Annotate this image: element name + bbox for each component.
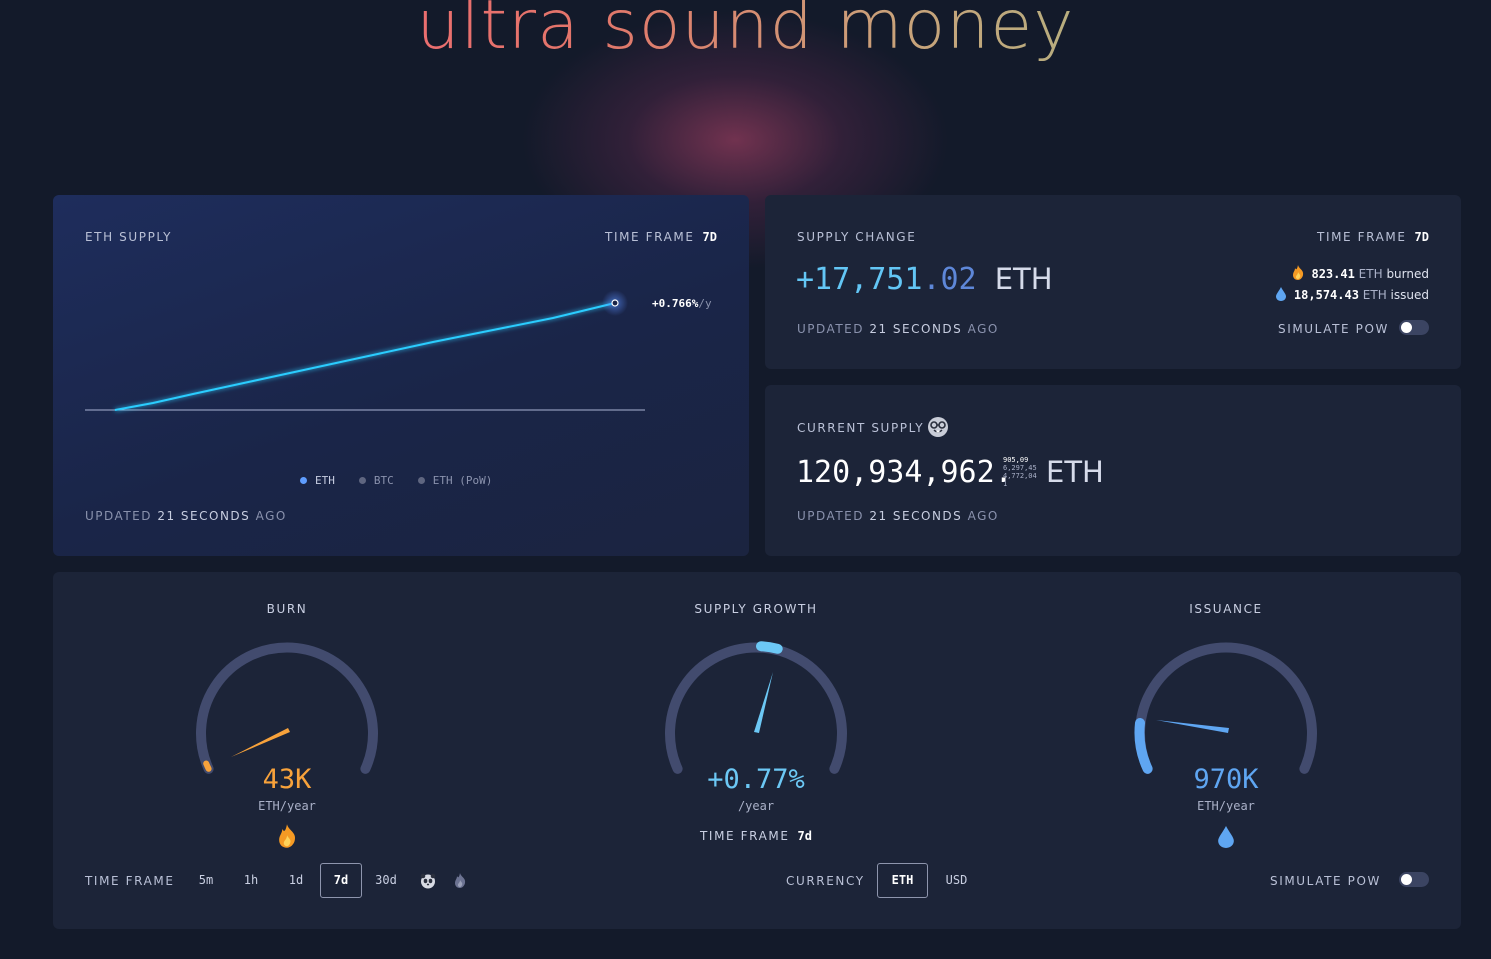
eth-supply-timeframe[interactable]: TIME FRAME 7d: [605, 230, 717, 244]
timeframe-label: TIME FRAME: [605, 230, 695, 244]
burned-row: 823.41 ETH burned: [1276, 264, 1429, 285]
issued-row: 18,574.43 ETH issued: [1275, 285, 1429, 306]
growth-gauge-timeframe: TIME FRAME 7d: [700, 829, 812, 843]
current-supply-label: CURRENT SUPPLY: [797, 421, 925, 435]
legend-label: ETH (PoW): [432, 474, 493, 487]
issuance-gauge-title: ISSUANCE: [1189, 602, 1263, 616]
growth-gauge-title: SUPPLY GROWTH: [694, 602, 818, 616]
burn-gauge-value: 43K: [262, 764, 312, 795]
current-supply-value: 120,934,962.: [796, 455, 1013, 490]
legend-item-btc[interactable]: BTC: [358, 474, 394, 487]
simulate-pow-toggle[interactable]: [1399, 320, 1429, 335]
currency-selector: ETH USD: [877, 863, 985, 898]
nerd-face-icon: [928, 417, 948, 437]
burn-gauge-title: BURN: [266, 602, 308, 616]
legend-dot-icon: [417, 477, 425, 484]
fire-muted-icon: [455, 873, 466, 888]
gauge-needle: [231, 728, 290, 757]
since-burn-button[interactable]: [446, 867, 474, 895]
currency-eth-button[interactable]: ETH: [877, 863, 928, 898]
timeframe-7d-button[interactable]: 7d: [320, 863, 362, 898]
timeframe-5m-button[interactable]: 5m: [185, 863, 227, 898]
gauge-needle: [1156, 720, 1229, 733]
growth-gauge-value: +0.77%: [707, 764, 805, 795]
timeframe-selector: 5m 1h 1d 7d 30d: [185, 863, 474, 898]
gauge-track: [1135, 642, 1317, 774]
burn-issue-breakdown: 823.41 ETH burned 18,574.43 ETH issued: [1275, 264, 1429, 306]
rate-label: +0.766%/y: [652, 297, 712, 310]
gauge-fill: [1134, 718, 1153, 774]
site-title: ultra sound money: [0, 0, 1491, 72]
legend-dot-icon: [358, 477, 366, 484]
timeframe-selector-label: TIME FRAME: [85, 874, 175, 888]
droplet-icon: [1218, 826, 1234, 848]
supply-change-updated: UPDATED 21 SECONDS AGO: [797, 322, 999, 336]
supply-change-value: +17,751.02 ETH: [796, 262, 1053, 297]
eth-supply-card: ETH SUPPLY TIME FRAME 7d +0.766%/y ETH BT…: [53, 195, 749, 556]
current-supply-decimals: 905,09 6,297,45 4,772,04 1: [1003, 456, 1037, 488]
timeframe-value: 7d: [702, 230, 717, 244]
gauge-needle: [754, 672, 773, 733]
current-supply-unit: ETH: [1046, 455, 1104, 489]
timeframe-1d-button[interactable]: 1d: [275, 863, 317, 898]
timeframe-1h-button[interactable]: 1h: [230, 863, 272, 898]
panda-icon: [420, 873, 436, 888]
legend-label: BTC: [373, 474, 394, 487]
series-endpoint[interactable]: [611, 299, 619, 307]
timeframe-30d-button[interactable]: 30d: [365, 863, 407, 898]
eth-supply-series-line: [114, 302, 616, 411]
chart-legend: ETH BTC ETH (PoW): [300, 474, 492, 487]
gauge-track: [665, 642, 847, 774]
timeframe-value: 7d: [1414, 230, 1429, 244]
currency-selector-label: CURRENCY: [786, 874, 865, 888]
fire-icon: [1293, 265, 1304, 280]
simulate-pow-label: SIMULATE PoW: [1269, 874, 1381, 888]
droplet-icon: [1275, 287, 1286, 301]
burn-gauge-unit: ETH/year: [258, 799, 316, 813]
legend-label: ETH: [315, 474, 335, 487]
eth-supply-label: ETH SUPPLY: [85, 230, 173, 244]
fire-icon: [279, 824, 296, 848]
legend-dot-icon: [300, 477, 307, 484]
gauge-fill: [756, 641, 783, 654]
simulate-pow-toggle[interactable]: [1399, 872, 1429, 887]
supply-change-card: SUPPLY CHANGE TIME FRAME 7d +17,751.02 ET…: [765, 195, 1461, 369]
current-supply-card: CURRENT SUPPLY 120,934,962. 905,09 6,297…: [765, 385, 1461, 556]
growth-gauge-unit: /year: [737, 799, 775, 813]
current-supply-updated: UPDATED 21 SECONDS AGO: [797, 509, 999, 523]
legend-item-eth-pow[interactable]: ETH (PoW): [417, 474, 493, 487]
simulate-pow-label: SIMULATE PoW: [1277, 322, 1389, 336]
since-merge-button[interactable]: [414, 867, 442, 895]
gauges-card: BURN 43K ETH/year SUPPLY GROWTH +0.77% /…: [53, 572, 1461, 929]
gauge-track: [196, 642, 378, 774]
legend-item-eth[interactable]: ETH: [300, 474, 335, 487]
supply-change-timeframe[interactable]: TIME FRAME 7d: [1317, 230, 1429, 244]
issuance-gauge-unit: ETH/year: [1197, 799, 1255, 813]
currency-usd-button[interactable]: USD: [931, 863, 982, 898]
supply-change-label: SUPPLY CHANGE: [797, 230, 917, 244]
eth-supply-updated: UPDATED 21 SECONDS AGO: [85, 509, 287, 523]
issuance-gauge-value: 970K: [1193, 764, 1259, 795]
timeframe-label: TIME FRAME: [1317, 230, 1407, 244]
